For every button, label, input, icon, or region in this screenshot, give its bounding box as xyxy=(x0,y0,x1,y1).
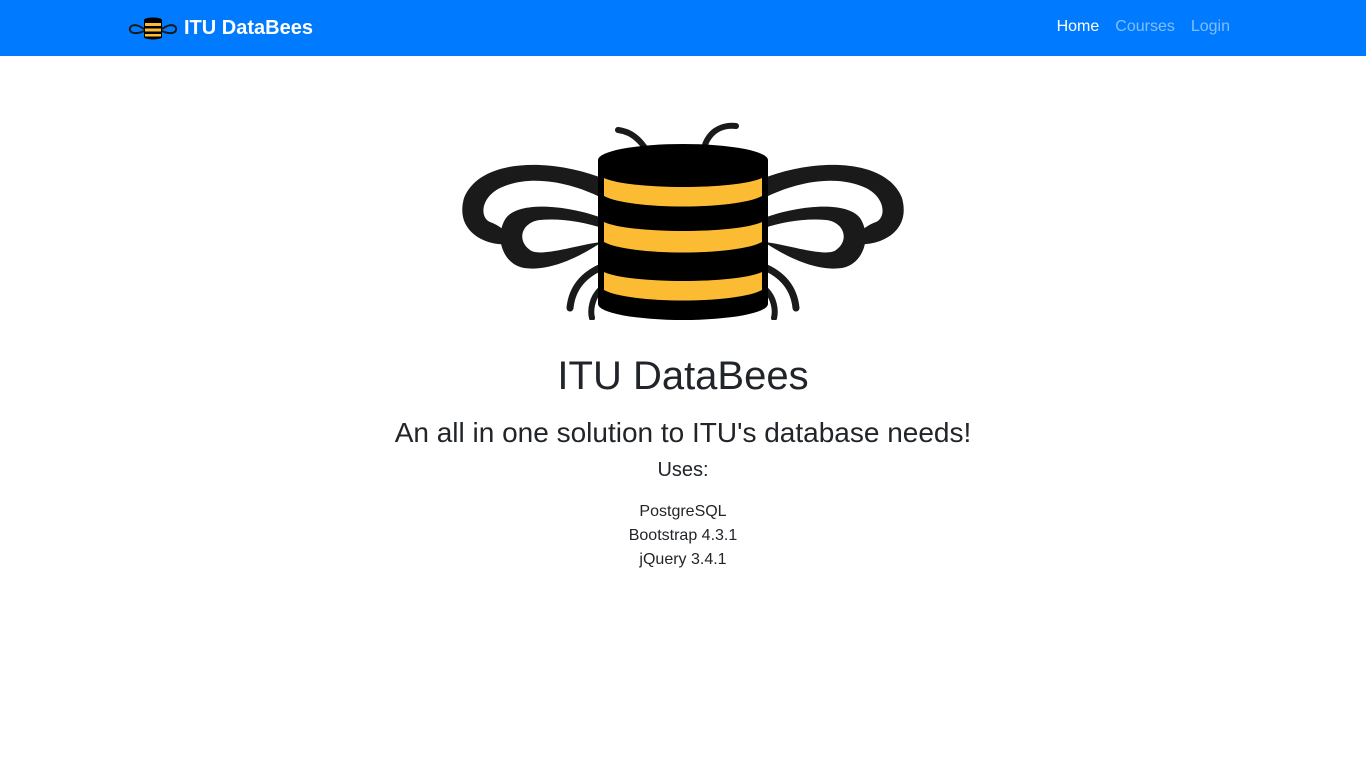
bee-logo-icon xyxy=(128,17,178,40)
uses-item-jquery: jQuery 3.4.1 xyxy=(639,551,727,568)
nav-link-home[interactable]: Home xyxy=(1049,17,1108,37)
database-bee-logo-icon xyxy=(462,122,904,320)
uses-item-postgresql: PostgreSQL xyxy=(639,503,727,520)
uses-heading: Uses: xyxy=(657,459,709,481)
uses-item-bootstrap: Bootstrap 4.3.1 xyxy=(628,527,738,544)
page-subtitle: An all in one solution to ITU's database… xyxy=(394,417,972,448)
hero-section: ITU DataBees An all in one solution to I… xyxy=(0,56,1366,572)
top-navbar: ITU DataBees Home Courses Login xyxy=(0,0,1366,56)
uses-list: PostgreSQL Bootstrap 4.3.1 jQuery 3.4.1 xyxy=(0,500,1366,572)
nav-link-courses[interactable]: Courses xyxy=(1107,17,1183,37)
nav-link-login[interactable]: Login xyxy=(1183,17,1238,37)
nav-links: Home Courses Login xyxy=(1049,17,1238,37)
brand-link[interactable]: ITU DataBees xyxy=(128,14,313,42)
page-title: ITU DataBees xyxy=(557,354,809,398)
brand-title: ITU DataBees xyxy=(184,16,313,39)
